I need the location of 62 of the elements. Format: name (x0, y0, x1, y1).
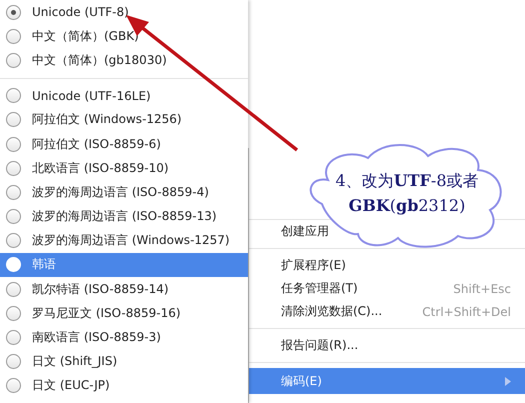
menu-item-label: 中文（简体）(GBK) (32, 28, 139, 45)
menu-item[interactable]: 扩展程序(E) (249, 254, 525, 277)
menu-item[interactable]: 波罗的海周边语言 (ISO-8859-4) (0, 180, 248, 204)
callout-text: 4、改为UTF-8或者 (336, 170, 478, 192)
menu-item[interactable]: Unicode (UTF-16LE) (0, 84, 248, 108)
radio-button[interactable] (6, 28, 21, 44)
menu-item[interactable]: 北欧语言 (ISO-8859-10) (0, 156, 248, 180)
menu-item-label: 韩语 (32, 256, 56, 274)
menu-item[interactable]: 报告问题(R)... (249, 334, 525, 357)
menu-item-label: 中文（简体）(gb18030) (32, 52, 167, 69)
menu-item-label: 编码(E) (281, 372, 323, 390)
radio-button[interactable] (6, 184, 21, 200)
radio-button[interactable] (6, 306, 21, 321)
menu-item-label: 波罗的海周边语言 (ISO-8859-13) (32, 208, 217, 226)
radio-button[interactable] (6, 282, 21, 297)
menu-item[interactable]: 阿拉伯文 (ISO-8859-6) (0, 132, 248, 156)
menu-item[interactable]: 阿拉伯文 (Windows-1256) (0, 108, 248, 132)
menu-item[interactable]: 清除浏览数据(C)... Ctrl+Shift+Del (249, 300, 525, 323)
menu-item-label: 清除浏览数据(C)... (281, 303, 384, 320)
menu-item[interactable]: 日文 (Shift_JIS) (0, 350, 248, 374)
menu-item-label: 南欧语言 (ISO-8859-3) (32, 329, 161, 346)
menu-item[interactable]: 中文（简体）(gb18030) (0, 48, 248, 73)
radio-button[interactable] (6, 136, 21, 152)
menu-item[interactable]: 波罗的海周边语言 (ISO-8859-13) (0, 204, 248, 229)
menu-item[interactable]: Unicode (UTF-8) (0, 0, 248, 24)
menu-item-label: Unicode (UTF-8) (32, 5, 129, 20)
shortcut-label: Shift+Esc (453, 282, 511, 296)
menu-item-label: 扩展程序(E) (281, 257, 347, 274)
radio-button[interactable] (6, 330, 21, 346)
radio-button[interactable] (6, 233, 21, 248)
menu-item-label: 日文 (EUC-JP) (32, 377, 110, 394)
menu-item[interactable]: 任务管理器(T) Shift+Esc (249, 277, 525, 300)
radio-button[interactable] (6, 160, 21, 176)
menu-item-label: 罗马尼亚文 (ISO-8859-16) (32, 304, 181, 322)
menu-item-label: 日文 (Shift_JIS) (32, 353, 118, 370)
radio-button[interactable] (6, 378, 21, 394)
radio-button[interactable] (6, 52, 21, 68)
menu-item-label: 创建应用 (281, 223, 330, 240)
radio-button[interactable] (6, 4, 21, 20)
menu-item-label: Unicode (UTF-16LE) (32, 88, 151, 103)
radio-button[interactable] (6, 209, 21, 224)
menu-item-label: 阿拉伯文 (ISO-8859-6) (32, 136, 161, 153)
menu-item-label: 波罗的海周边语言 (Windows-1257) (32, 232, 230, 250)
menu-item-label: 波罗的海周边语言 (ISO-8859-4) (32, 184, 209, 201)
callout-text: GBK(gb2312) (348, 195, 466, 217)
menu-item[interactable]: 编码(E) (249, 368, 525, 394)
menu-item-label: 北欧语言 (ISO-8859-10) (32, 160, 169, 177)
menu-item[interactable]: 日文 (EUC-JP) (0, 374, 248, 398)
menu-item[interactable]: 南欧语言 (ISO-8859-3) (0, 325, 248, 350)
menu-item[interactable]: 凯尔特语 (ISO-8859-14) (0, 277, 248, 302)
radio-button[interactable] (6, 88, 21, 104)
menu-item-label: 报告问题(R)... (281, 337, 360, 354)
menu-item[interactable]: 波罗的海周边语言 (Windows-1257) (0, 228, 248, 253)
menu-item[interactable]: 罗马尼亚文 (ISO-8859-16) (0, 301, 248, 326)
shortcut-label: Ctrl+Shift+Del (422, 304, 511, 318)
radio-button[interactable] (6, 354, 21, 370)
radio-button[interactable] (6, 112, 21, 128)
menu-item-label: 阿拉伯文 (Windows-1256) (32, 111, 182, 128)
menu-item-label: 任务管理器(T) (281, 280, 359, 297)
menu-item[interactable]: 中文（简体）(GBK) (0, 24, 248, 48)
menu-item[interactable]: 韩语 (0, 252, 248, 278)
menu-item-label: 凯尔特语 (ISO-8859-14) (32, 280, 169, 298)
